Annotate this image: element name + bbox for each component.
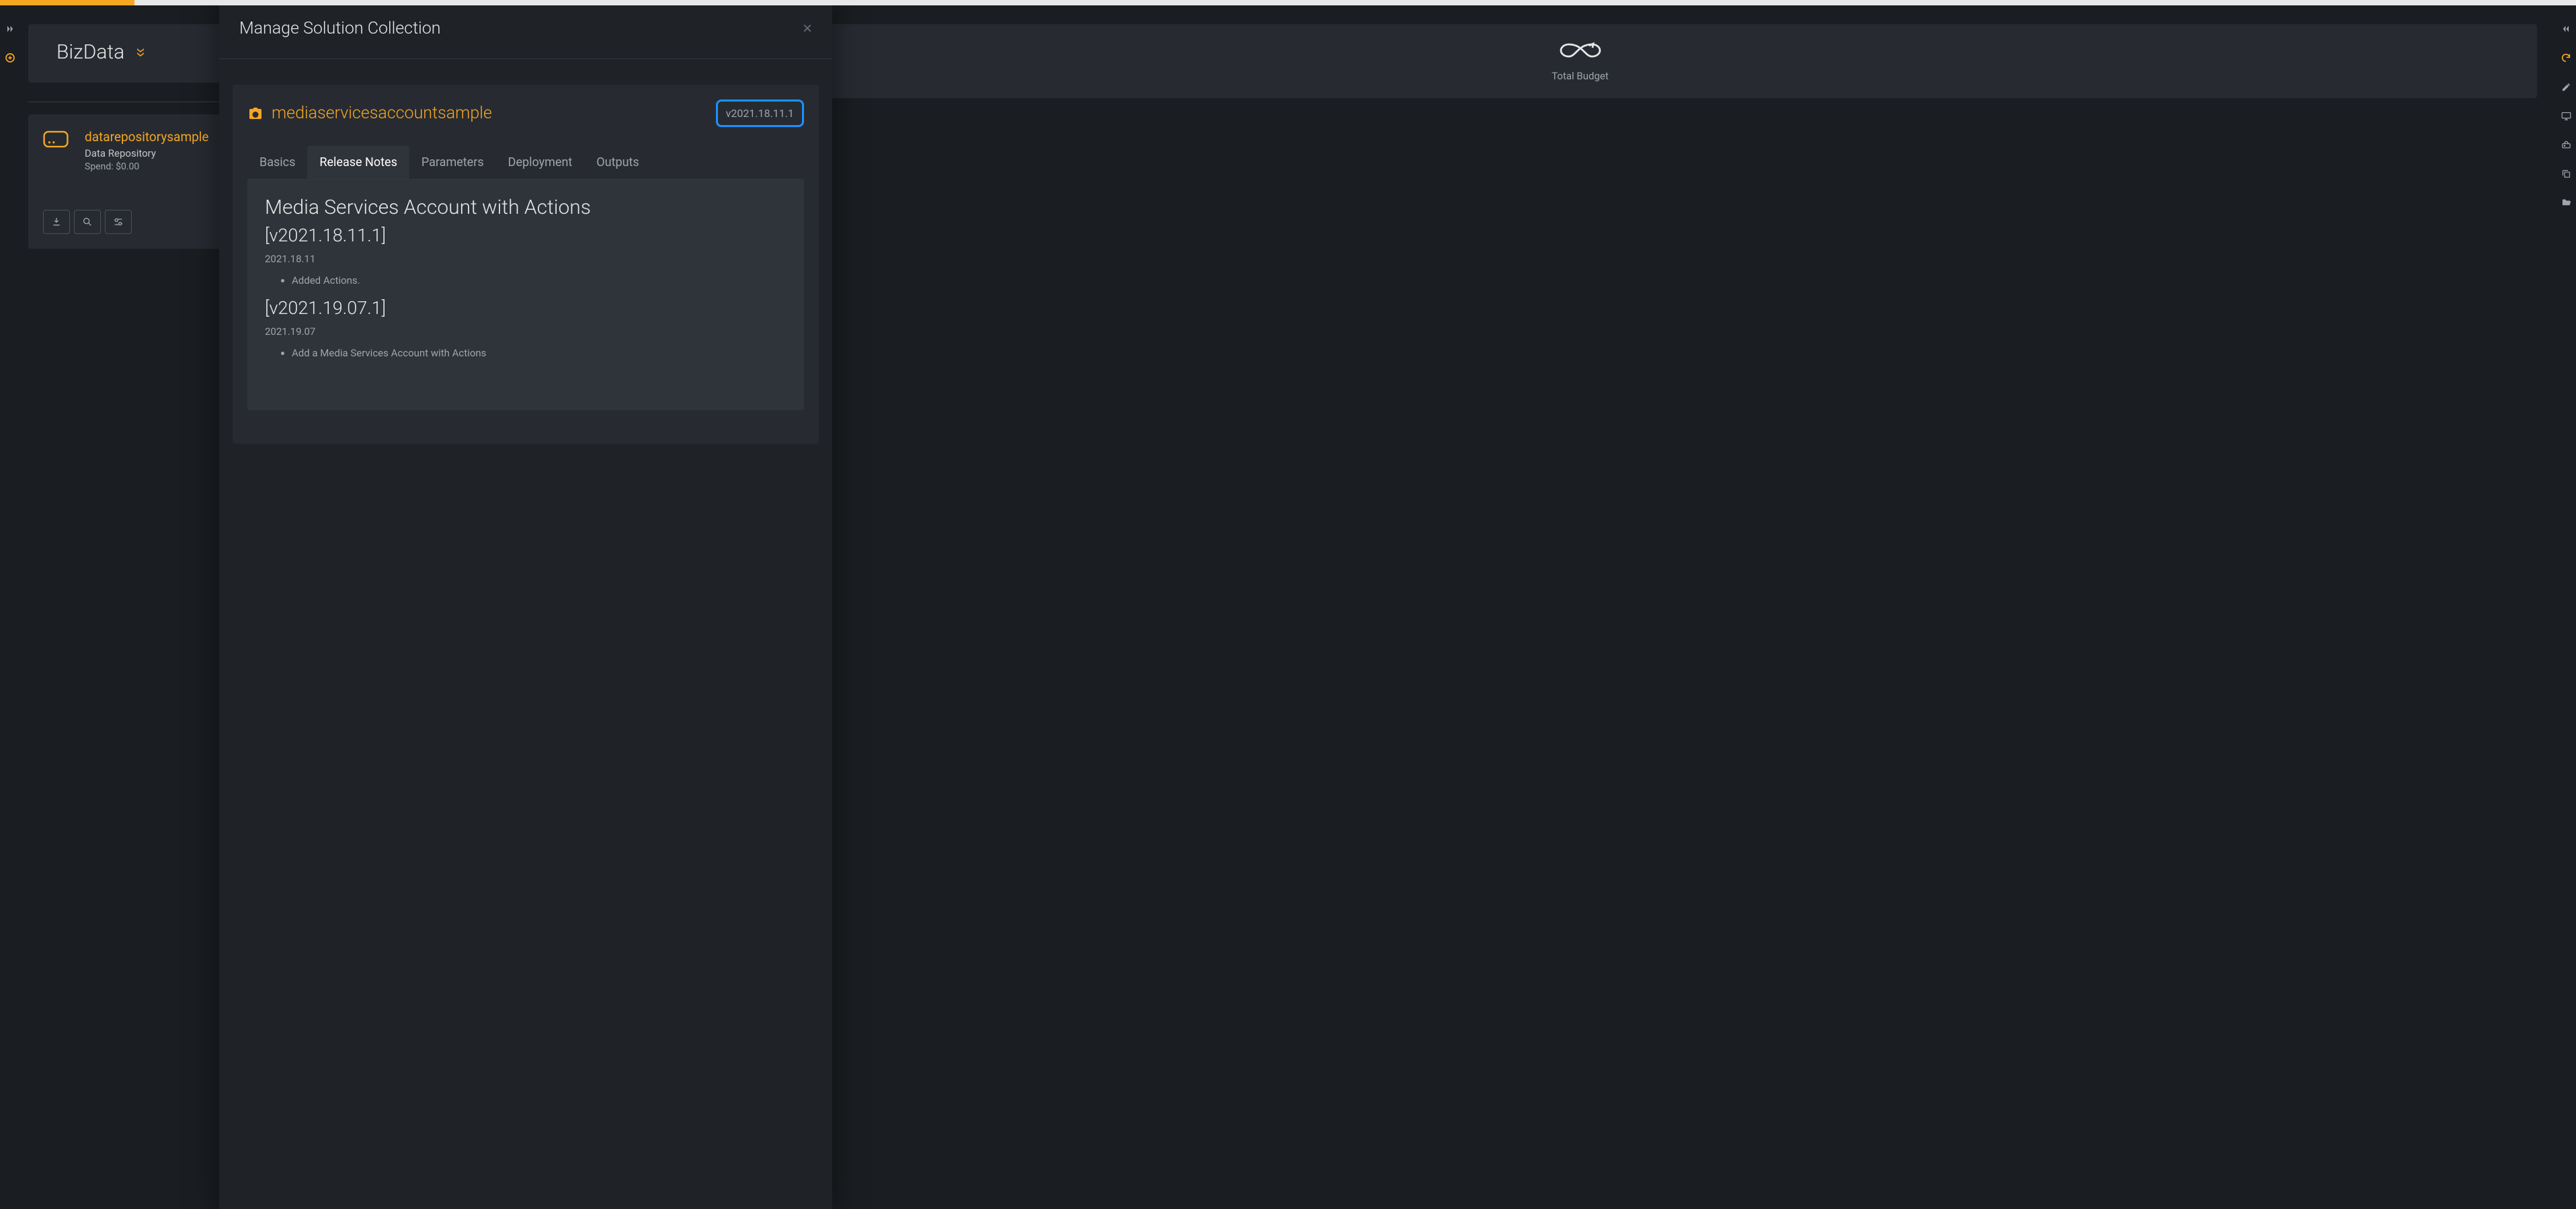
- tab-deployment[interactable]: Deployment: [496, 146, 585, 179]
- solution-card: mediaservicesaccountsample v2021.18.11.1…: [233, 85, 819, 444]
- notes-title: Media Services Account with Actions: [265, 196, 787, 219]
- monitor-icon[interactable]: [2561, 111, 2571, 121]
- tabs: Basics Release Notes Parameters Deployme…: [247, 146, 804, 180]
- modal-header: Manage Solution Collection ×: [219, 0, 832, 59]
- release-notes-panel: Media Services Account with Actions [v20…: [247, 180, 804, 410]
- solution-name: mediaservicesaccountsample: [272, 104, 492, 123]
- notes-version-1: [v2021.19.07.1]: [265, 297, 787, 319]
- budget-label: Total Budget: [1552, 70, 1609, 82]
- tab-basics[interactable]: Basics: [247, 146, 307, 179]
- tab-outputs[interactable]: Outputs: [584, 146, 651, 179]
- modal-body: mediaservicesaccountsample v2021.18.11.1…: [219, 59, 832, 1209]
- resource-info: datarepositorysample Data Repository Spe…: [85, 129, 209, 172]
- notes-version-0: [v2021.18.11.1]: [265, 225, 787, 246]
- right-panel: Total Budget: [615, 5, 2556, 1209]
- topbar: [0, 0, 2576, 5]
- modal-title: Manage Solution Collection: [239, 19, 441, 38]
- solution-header: mediaservicesaccountsample v2021.18.11.1: [247, 100, 804, 139]
- tab-release-notes[interactable]: Release Notes: [307, 146, 409, 179]
- notes-date-1: 2021.19.07: [265, 325, 787, 338]
- notes-items-1: Add a Media Services Account with Action…: [265, 347, 787, 359]
- left-rail: [0, 5, 20, 1209]
- notes-item: Added Actions.: [292, 274, 787, 286]
- notes-date-0: 2021.18.11: [265, 253, 787, 265]
- download-button[interactable]: [43, 210, 70, 234]
- search-button[interactable]: [74, 210, 101, 234]
- camera-icon: [247, 106, 264, 121]
- resource-spend: Spend: $0.00: [85, 161, 209, 172]
- resource-type: Data Repository: [85, 147, 209, 159]
- modal-manage-solution: Manage Solution Collection × mediaservic…: [219, 0, 832, 1209]
- expand-right-icon[interactable]: [5, 24, 15, 34]
- right-rail: [2556, 5, 2576, 1209]
- chevron-down-icon[interactable]: [136, 48, 145, 57]
- folder-name: BizData: [56, 40, 124, 64]
- storage-icon: [43, 129, 69, 149]
- infinity-icon: [1558, 40, 1603, 61]
- close-icon[interactable]: ×: [803, 20, 812, 38]
- collapse-left-icon[interactable]: [2561, 24, 2571, 34]
- refresh-icon[interactable]: [2561, 52, 2571, 63]
- settings-button[interactable]: [105, 210, 132, 234]
- tab-parameters[interactable]: Parameters: [409, 146, 496, 179]
- version-badge[interactable]: v2021.18.11.1: [716, 100, 804, 127]
- solution-name-wrap: mediaservicesaccountsample: [247, 104, 492, 123]
- edit-icon[interactable]: [2561, 82, 2571, 92]
- notes-item: Add a Media Services Account with Action…: [292, 347, 787, 359]
- resource-name[interactable]: datarepositorysample: [85, 129, 209, 145]
- budget-card: Total Budget: [623, 24, 2537, 98]
- copy-icon[interactable]: [2561, 169, 2571, 179]
- open-folder-icon[interactable]: [2561, 198, 2571, 208]
- add-icon[interactable]: [5, 52, 15, 63]
- drive-icon[interactable]: [2561, 140, 2571, 150]
- notes-items-0: Added Actions.: [265, 274, 787, 286]
- topbar-accent: [0, 0, 134, 5]
